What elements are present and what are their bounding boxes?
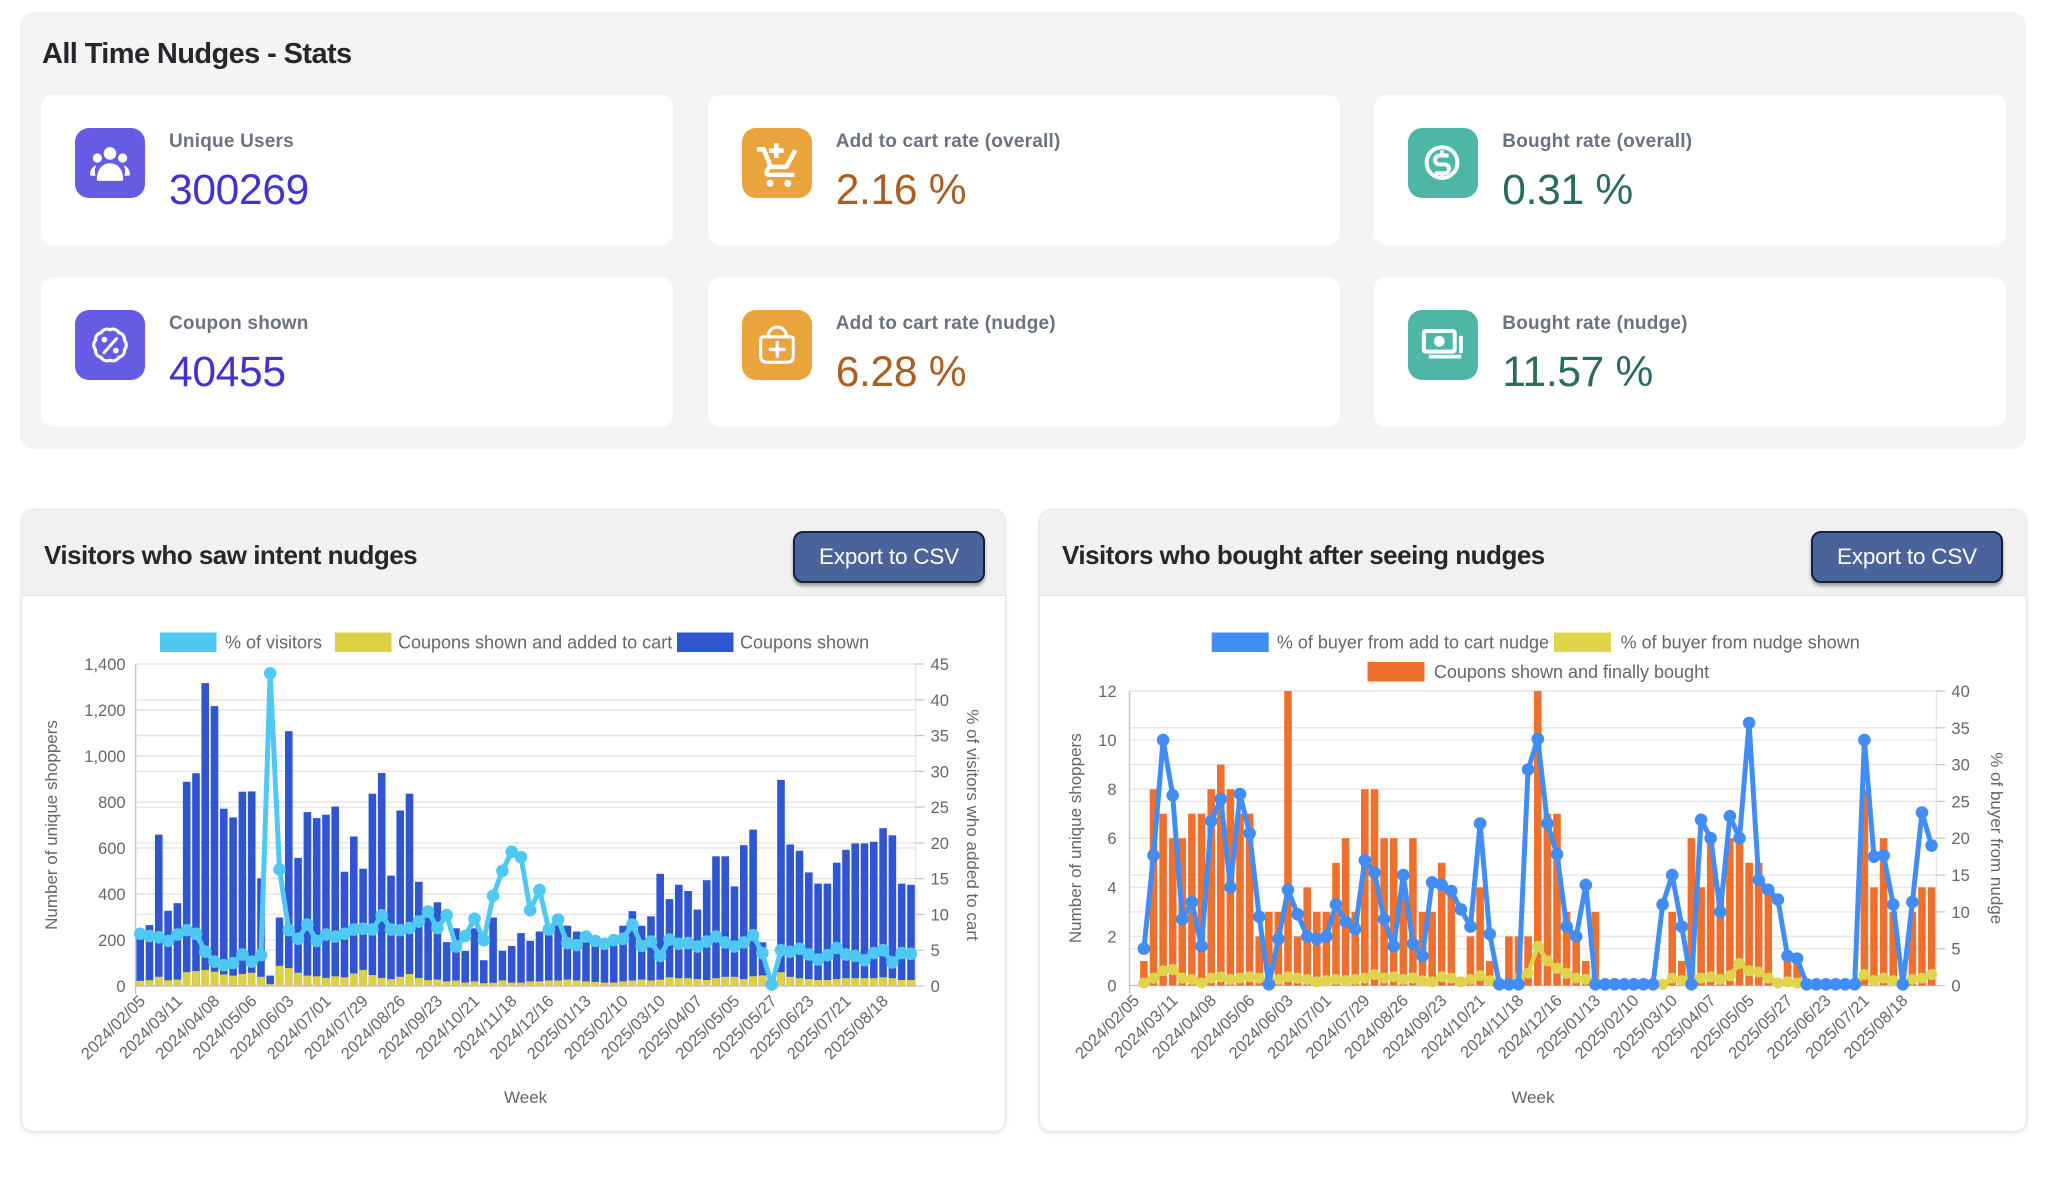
svg-text:0: 0	[1107, 978, 1116, 996]
svg-text:400: 400	[98, 886, 126, 904]
svg-text:35: 35	[931, 728, 949, 746]
svg-text:45: 45	[931, 656, 949, 674]
svg-text:40: 40	[931, 692, 949, 710]
svg-text:35: 35	[1951, 720, 1969, 738]
svg-text:4: 4	[1107, 879, 1116, 897]
svg-text:Coupons shown: Coupons shown	[740, 633, 869, 653]
svg-text:6: 6	[1107, 830, 1116, 848]
svg-text:8: 8	[1107, 781, 1116, 799]
svg-text:1,400: 1,400	[84, 656, 125, 674]
svg-text:12: 12	[1098, 683, 1116, 701]
svg-text:1,200: 1,200	[84, 702, 125, 720]
svg-text:Coupons shown and finally boug: Coupons shown and finally bought	[1434, 662, 1709, 682]
svg-text:30: 30	[1951, 757, 1969, 775]
svg-text:10: 10	[931, 906, 949, 924]
svg-text:Week: Week	[504, 1088, 548, 1107]
svg-text:800: 800	[98, 794, 126, 812]
svg-text:20: 20	[931, 835, 949, 853]
svg-text:0: 0	[931, 978, 940, 996]
svg-text:% of visitors: % of visitors	[225, 633, 322, 653]
svg-text:2: 2	[1107, 928, 1116, 946]
svg-text:Coupons shown and added to car: Coupons shown and added to cart	[398, 633, 672, 653]
svg-text:20: 20	[1951, 830, 1969, 848]
svg-text:5: 5	[931, 942, 940, 960]
svg-text:0: 0	[116, 978, 125, 996]
svg-text:Number of unique shoppers: Number of unique shoppers	[42, 720, 61, 930]
svg-text:% of visitors who added to car: % of visitors who added to cart	[963, 709, 982, 941]
svg-text:Week: Week	[1511, 1088, 1555, 1107]
svg-text:10: 10	[1098, 732, 1116, 750]
svg-text:10: 10	[1951, 904, 1969, 922]
svg-text:% of buyer from nudge shown: % of buyer from nudge shown	[1621, 633, 1860, 653]
svg-text:Number of unique shoppers: Number of unique shoppers	[1066, 733, 1085, 943]
svg-text:30: 30	[931, 763, 949, 781]
svg-text:1,000: 1,000	[84, 748, 125, 766]
svg-text:15: 15	[931, 871, 949, 889]
svg-text:0: 0	[1951, 978, 1960, 996]
svg-text:25: 25	[931, 799, 949, 817]
svg-text:% of buyer from nudge: % of buyer from nudge	[1987, 752, 2006, 924]
svg-text:200: 200	[98, 932, 126, 950]
svg-text:% of buyer from add to cart nu: % of buyer from add to cart nudge	[1277, 633, 1549, 653]
svg-text:25: 25	[1951, 793, 1969, 811]
svg-text:5: 5	[1951, 941, 1960, 959]
svg-text:15: 15	[1951, 867, 1969, 885]
svg-text:600: 600	[98, 840, 126, 858]
svg-text:40: 40	[1951, 683, 1969, 701]
